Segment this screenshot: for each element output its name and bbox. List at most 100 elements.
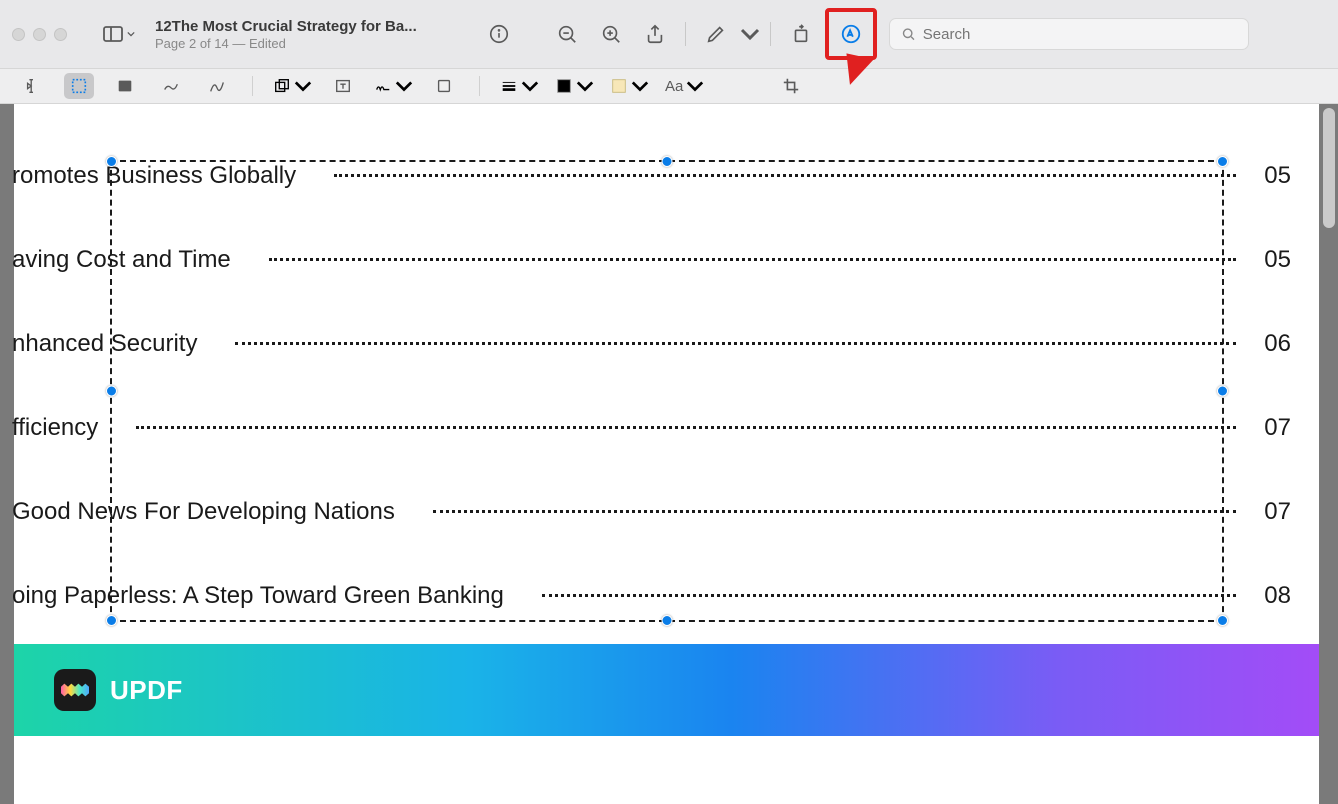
text-style-icon: Aa	[665, 78, 683, 95]
markup-button[interactable]	[831, 14, 871, 54]
note-icon	[435, 77, 453, 95]
chevron-down-icon	[127, 30, 135, 38]
shapes-tool[interactable]	[273, 77, 312, 95]
search-icon	[900, 25, 917, 43]
zoom-out-button[interactable]	[547, 14, 587, 54]
sign-tool[interactable]	[374, 77, 413, 95]
toc-leader	[542, 594, 1236, 597]
search-field[interactable]	[889, 18, 1249, 50]
toc-page: 05	[1254, 246, 1291, 274]
main-toolbar: 12The Most Crucial Strategy for Ba... Pa…	[0, 0, 1338, 68]
text-cursor-icon	[24, 77, 42, 95]
toolbar-divider	[252, 76, 253, 96]
minimize-window-button[interactable]	[33, 28, 46, 41]
info-icon	[488, 23, 510, 45]
sketch-tool[interactable]	[156, 73, 186, 99]
zoom-in-button[interactable]	[591, 14, 631, 54]
window-controls	[12, 28, 67, 41]
document-viewport[interactable]: romotes Business Globally 05 aving Cost …	[14, 104, 1319, 804]
fill-color-icon	[610, 77, 628, 95]
crop-tool[interactable]	[776, 73, 806, 99]
document-title: 12The Most Crucial Strategy for Ba...	[155, 18, 475, 35]
rotate-button[interactable]	[781, 14, 821, 54]
info-button[interactable]	[479, 14, 519, 54]
toc-page: 07	[1254, 498, 1291, 526]
zoom-out-icon	[556, 23, 578, 45]
toc-title: aving Cost and Time	[12, 246, 251, 274]
toc-page: 08	[1254, 582, 1291, 610]
share-icon	[644, 23, 666, 45]
chevron-down-icon	[294, 77, 312, 95]
toc-entry: romotes Business Globally 05	[14, 162, 1291, 190]
crop-icon	[782, 77, 800, 95]
toc-entry: nhanced Security 06	[14, 330, 1291, 358]
fill-color-tool[interactable]	[610, 77, 649, 95]
search-input[interactable]	[923, 26, 1238, 43]
updf-label: UPDF	[110, 675, 183, 706]
chevron-down-icon	[576, 77, 594, 95]
note-tool[interactable]	[429, 73, 459, 99]
draw-tool[interactable]	[202, 73, 232, 99]
toc-title: oing Paperless: A Step Toward Green Bank…	[12, 582, 524, 610]
highlight-button[interactable]	[696, 14, 736, 54]
zoom-in-icon	[600, 23, 622, 45]
updf-banner: UPDF	[14, 644, 1319, 736]
draw-icon	[208, 77, 226, 95]
share-button[interactable]	[635, 14, 675, 54]
toc-page: 05	[1254, 162, 1291, 190]
document-title-section: 12The Most Crucial Strategy for Ba... Pa…	[155, 18, 475, 51]
toc-page: 06	[1254, 330, 1291, 358]
stroke-color-tool[interactable]	[555, 77, 594, 95]
chevron-down-icon	[631, 77, 649, 95]
markup-icon	[840, 23, 862, 45]
rotate-icon	[790, 23, 812, 45]
markup-toolbar: Aa	[0, 68, 1338, 104]
maximize-window-button[interactable]	[54, 28, 67, 41]
stroke-color-icon	[555, 77, 573, 95]
toolbar-divider	[685, 22, 686, 46]
toolbar-divider	[770, 22, 771, 46]
document-subtitle: Page 2 of 14 — Edited	[155, 36, 475, 51]
toc-title: fficiency	[12, 414, 118, 442]
highlight-dropdown[interactable]	[740, 14, 760, 54]
page-margin	[14, 104, 1319, 142]
shapes-icon	[273, 77, 291, 95]
toc-title: romotes Business Globally	[12, 162, 316, 190]
chevron-down-icon	[395, 77, 413, 95]
toc-leader	[269, 258, 1237, 261]
updf-logo-mark	[61, 682, 89, 698]
text-box-icon	[334, 77, 352, 95]
toc-leader	[433, 510, 1236, 513]
redact-icon	[116, 77, 134, 95]
toc-title: nhanced Security	[12, 330, 217, 358]
chevron-down-icon	[686, 77, 704, 95]
lines-icon	[500, 77, 518, 95]
toc-entry: fficiency 07	[14, 414, 1291, 442]
sidebar-toggle-button[interactable]	[95, 16, 141, 52]
toc-entry: Good News For Developing Nations 07	[14, 498, 1291, 526]
markup-button-highlighted	[825, 8, 877, 60]
line-style-tool[interactable]	[500, 77, 539, 95]
vertical-scrollbar[interactable]	[1323, 108, 1335, 228]
pencil-icon	[705, 23, 727, 45]
table-of-contents: romotes Business Globally 05 aving Cost …	[14, 142, 1319, 640]
chevron-down-icon	[521, 77, 539, 95]
rectangle-selection-tool[interactable]	[64, 73, 94, 99]
toc-leader	[334, 174, 1236, 177]
text-box-tool[interactable]	[328, 73, 358, 99]
toc-leader	[136, 426, 1236, 429]
close-window-button[interactable]	[12, 28, 25, 41]
toc-page: 07	[1254, 414, 1291, 442]
toc-title: Good News For Developing Nations	[12, 498, 415, 526]
chevron-down-icon	[740, 23, 760, 45]
signature-icon	[374, 77, 392, 95]
sketch-icon	[162, 77, 180, 95]
redact-tool[interactable]	[110, 73, 140, 99]
marquee-icon	[70, 77, 88, 95]
toc-leader	[235, 342, 1236, 345]
text-style-tool[interactable]: Aa	[665, 77, 704, 95]
text-selection-tool[interactable]	[18, 73, 48, 99]
toc-entry: oing Paperless: A Step Toward Green Bank…	[14, 582, 1291, 610]
toolbar-divider	[479, 76, 480, 96]
toc-entry: aving Cost and Time 05	[14, 246, 1291, 274]
